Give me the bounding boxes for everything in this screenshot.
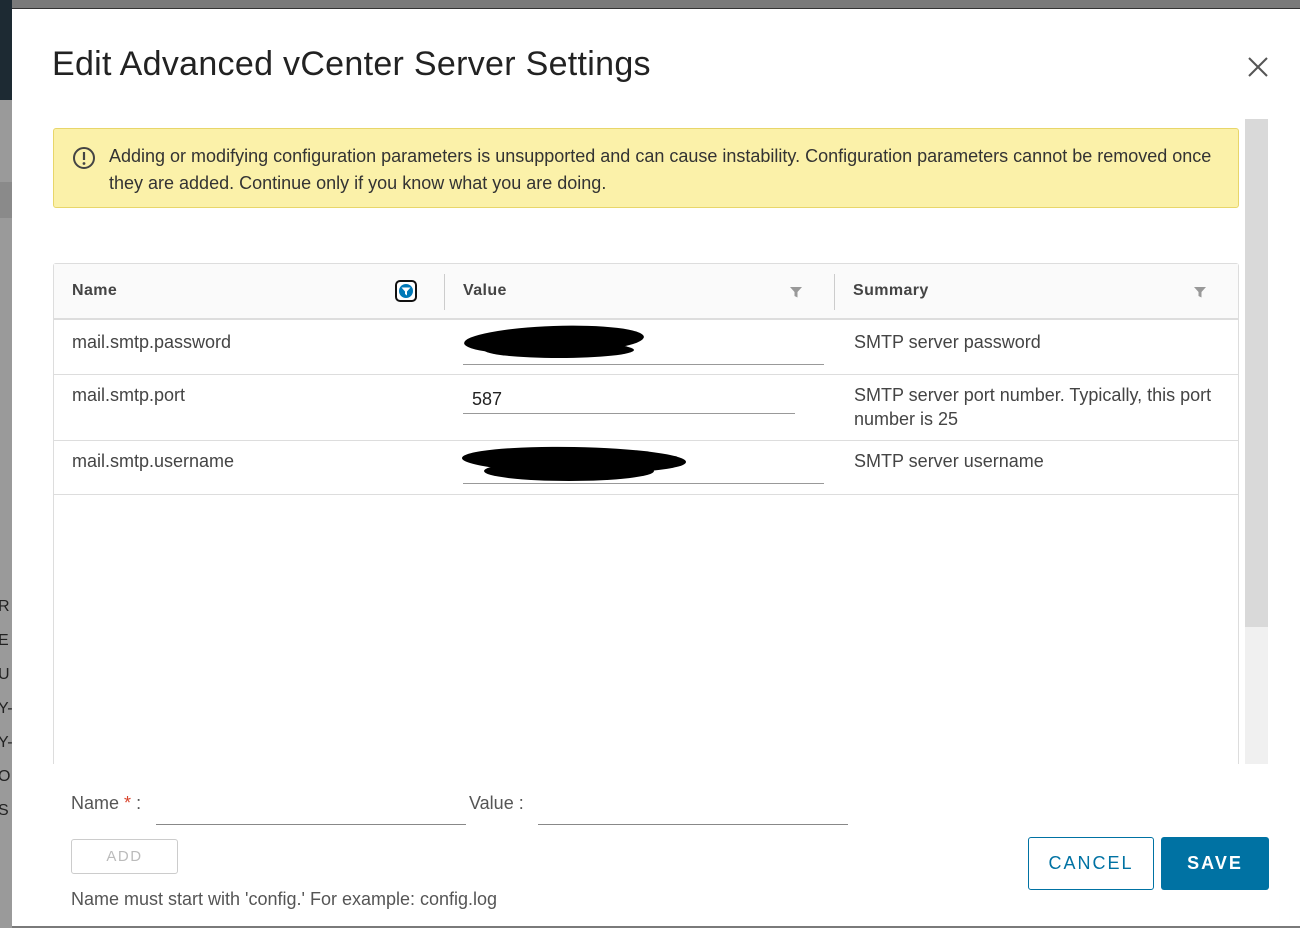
column-header-value[interactable]: Value [445,264,835,318]
add-button[interactable]: ADD [71,839,178,874]
value-input[interactable] [538,796,848,825]
column-label: Name [72,282,118,299]
dialog-title: Edit Advanced vCenter Server Settings [52,45,651,83]
dialog-body: Adding or modifying configuration parame… [12,119,1268,764]
filter-icon[interactable] [1193,285,1207,299]
column-label: Value [463,282,507,299]
setting-name: mail.smtp.password [72,332,232,352]
name-field-label: Name * : [71,793,141,814]
column-label: Summary [853,282,929,299]
setting-summary: SMTP server password [854,332,1041,352]
background-app-header [0,0,12,100]
edit-settings-dialog: Edit Advanced vCenter Server Settings Ad… [12,8,1300,926]
table-row: mail.smtp.port SMTP server port number. … [54,375,1238,441]
name-input[interactable] [156,796,466,825]
filter-icon[interactable] [789,285,803,299]
background-app-band [0,182,12,218]
column-header-name[interactable]: Name [54,264,444,318]
grid-header: Name Value Summary [54,264,1238,320]
background-letter: O [0,768,11,785]
alert-message: Adding or modifying configuration parame… [109,146,1212,193]
background-letter: E [0,632,9,649]
close-icon[interactable] [1246,55,1270,79]
setting-value-input[interactable] [463,385,795,414]
background-app-text: R E U Y- Y- O S [0,590,12,828]
table-row: mail.smtp.password SMTP server password [54,320,1238,375]
name-label-text: Name [71,793,120,813]
table-row: mail.smtp.username SMTP server username [54,441,1238,495]
name-hint: Name must start with 'config.' For examp… [71,889,498,909]
background-letter: Y- [0,700,12,717]
value-field-label: Value : [469,793,524,813]
background-letter: Y- [0,734,12,751]
background-letter: R [0,598,10,615]
warning-alert: Adding or modifying configuration parame… [53,128,1239,208]
save-button[interactable]: SAVE [1161,837,1269,890]
redaction-mark [484,342,634,358]
setting-name: mail.smtp.port [72,385,186,405]
settings-grid: Name Value Summary mail.smtp.password SM… [53,263,1239,764]
setting-summary: SMTP server username [854,451,1044,471]
cancel-button[interactable]: CANCEL [1028,837,1154,890]
setting-name: mail.smtp.username [72,451,235,471]
exclamation-circle-icon [73,147,95,169]
background-letter: S [0,802,9,819]
name-label-colon: : [136,793,142,813]
filter-active-icon[interactable] [395,280,417,302]
background-letter: U [0,666,10,683]
required-mark: * [124,793,132,813]
setting-summary: SMTP server port number. Typically, this… [854,385,1212,429]
column-header-summary[interactable]: Summary [835,264,1235,318]
redaction-mark [484,461,654,481]
